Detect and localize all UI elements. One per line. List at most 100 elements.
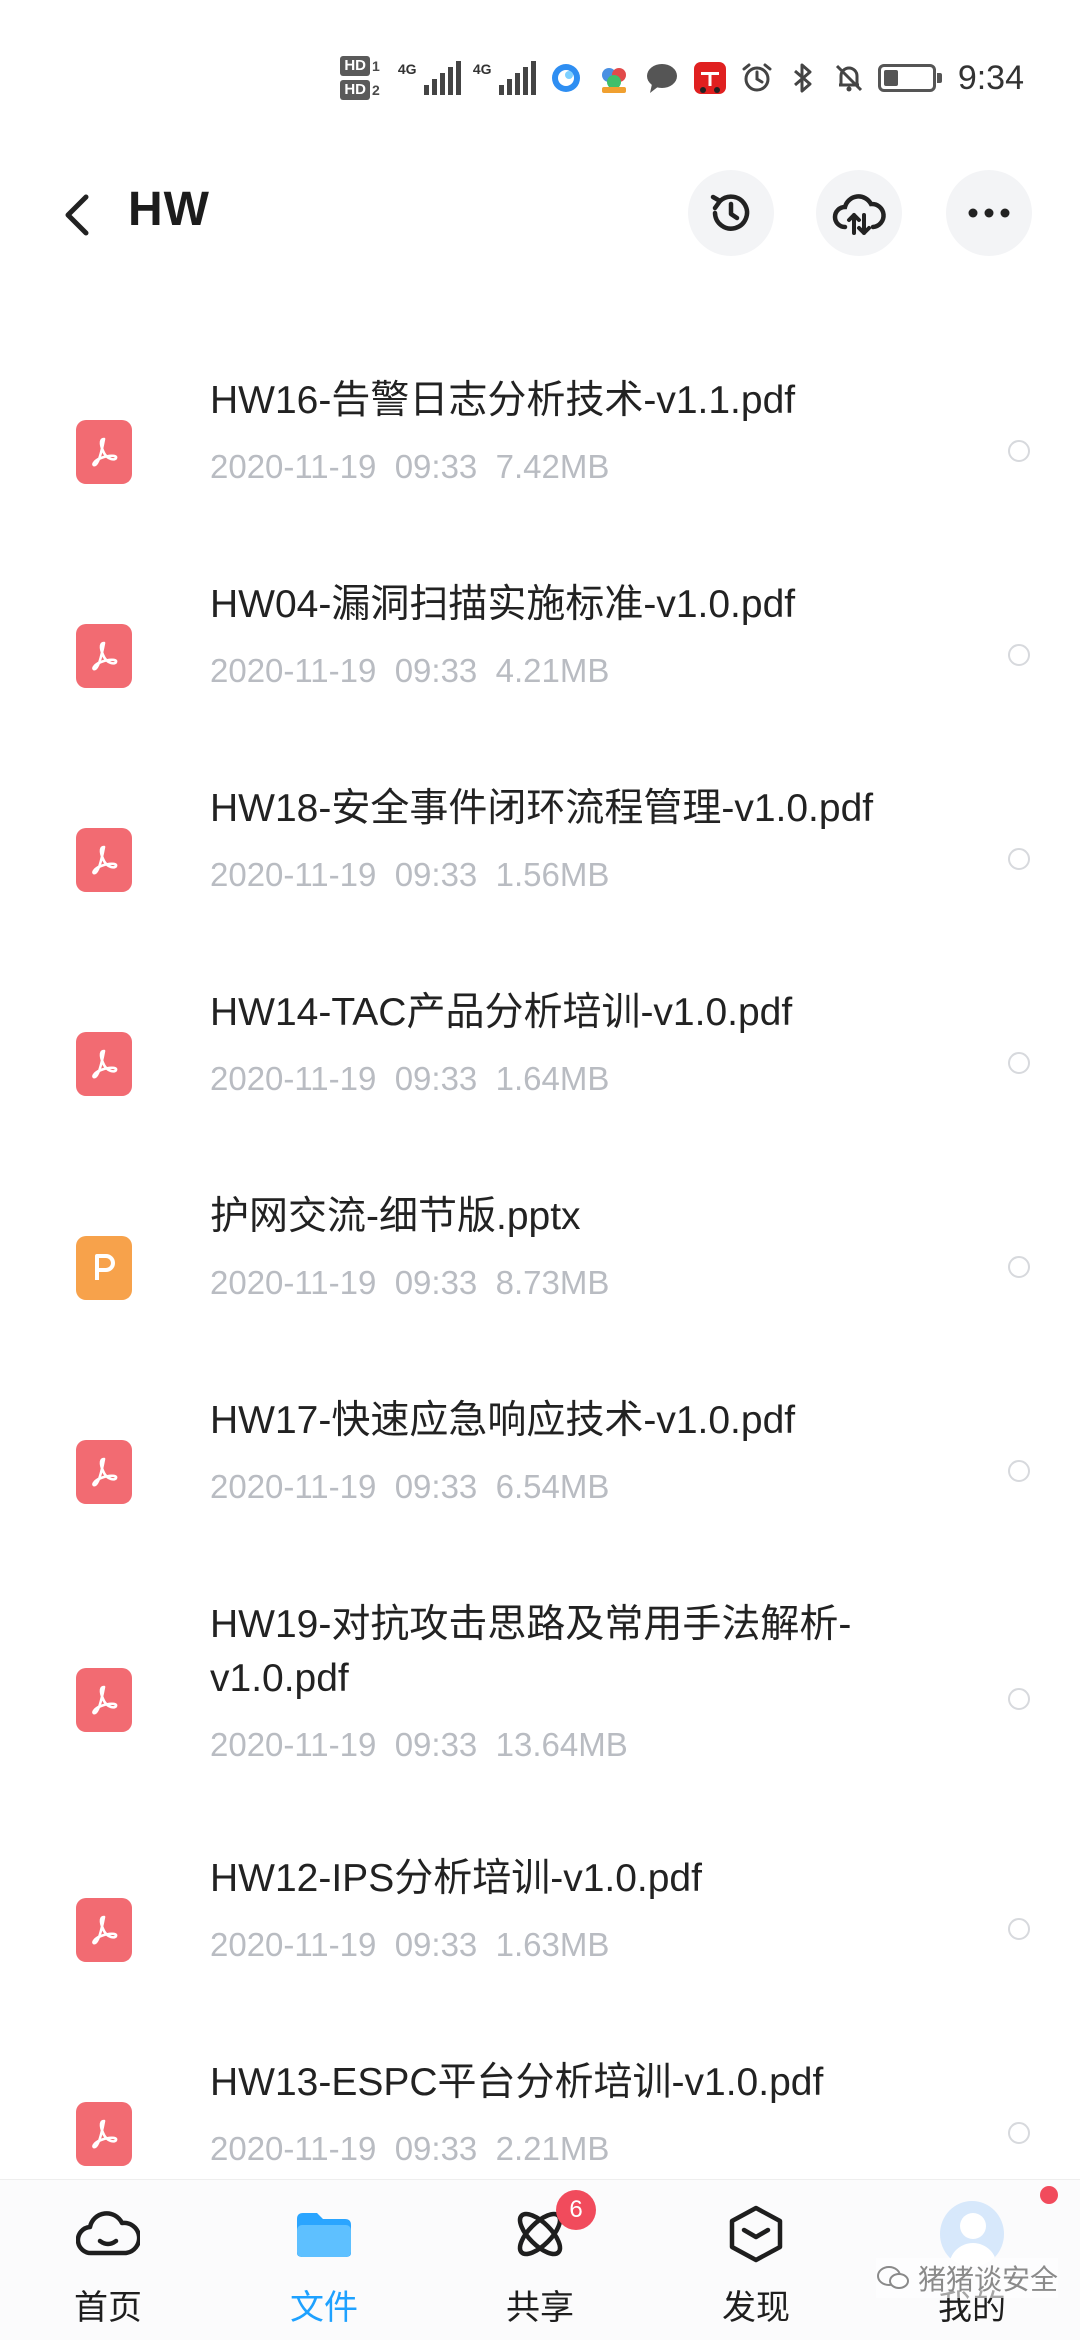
pptx-file-icon [76, 1236, 132, 1300]
alarm-icon [742, 63, 772, 92]
pdf-file-icon [76, 1440, 132, 1504]
browser-app-icon [551, 64, 580, 92]
pdf-file-icon [76, 624, 132, 688]
file-date: 2020-11-19 09:33 [210, 448, 478, 485]
sim-number: 1 [372, 58, 380, 74]
file-meta: 2020-11-19 09:33 4.21MB [210, 652, 609, 690]
cloud-transfer-button[interactable] [816, 170, 902, 256]
file-name: HW16-告警日志分析技术-v1.1.pdf [210, 379, 796, 422]
network-gen-label: 4G [472, 61, 492, 77]
select-radio[interactable] [1008, 1460, 1030, 1482]
battery-icon [877, 64, 942, 92]
file-size: 4.21MB [495, 652, 610, 689]
select-radio[interactable] [1008, 1688, 1030, 1710]
file-meta: 2020-11-19 09:33 1.64MB [210, 1060, 609, 1098]
file-date: 2020-11-19 09:33 [210, 652, 478, 689]
nav-label: 共享 [506, 2289, 574, 2327]
signal-sim2-icon: 4G [473, 61, 536, 95]
file-size: 6.54MB [495, 1468, 610, 1505]
cloud-transfer-icon [832, 194, 886, 235]
status-icons: HD 1 HD 2 4G 4G 9:34 [340, 48, 1024, 108]
nav-label: 文件 [290, 2289, 358, 2327]
header: HW [0, 160, 1080, 270]
file-name: HW13-ESPC平台分析培训-v1.0.pdf [210, 2061, 824, 2104]
more-button[interactable] [946, 170, 1032, 256]
select-radio[interactable] [1008, 1256, 1030, 1278]
file-date: 2020-11-19 09:33 [210, 1264, 478, 1301]
folder-icon [292, 2202, 356, 2266]
select-radio[interactable] [1008, 644, 1030, 666]
more-dots-icon [968, 208, 1010, 218]
hd-label: HD [340, 80, 371, 100]
hd-indicators: HD 1 HD 2 [340, 56, 380, 100]
nav-label: 发现 [722, 2289, 790, 2327]
sim-number: 2 [372, 82, 380, 98]
cloud-app-icon [601, 68, 626, 93]
file-name: HW12-IPS分析培训-v1.0.pdf [210, 1857, 702, 1900]
file-size: 7.42MB [495, 448, 610, 485]
notification-dot [1040, 2186, 1058, 2204]
file-date: 2020-11-19 09:33 [210, 2130, 478, 2167]
select-radio[interactable] [1008, 2122, 1030, 2144]
watermark: 猪猪谈安全 [875, 2258, 1058, 2298]
nav-item-files[interactable]: 文件 [216, 2180, 432, 2340]
mute-bell-icon [835, 64, 862, 92]
file-date: 2020-11-19 09:33 [210, 1726, 478, 1763]
file-name: HW04-漏洞扫描实施标准-v1.0.pdf [210, 583, 796, 626]
file-meta: 2020-11-19 09:33 1.56MB [210, 856, 609, 894]
wechat-icon [876, 2266, 909, 2289]
file-meta: 2020-11-19 09:33 13.64MB [210, 1726, 628, 1764]
file-name: HW18-安全事件闭环流程管理-v1.0.pdf [210, 787, 874, 830]
file-meta: 2020-11-19 09:33 1.63MB [210, 1926, 609, 1964]
back-button[interactable] [48, 185, 108, 245]
file-size: 2.21MB [495, 2130, 610, 2167]
file-name: HW14-TAC产品分析培训-v1.0.pdf [210, 991, 793, 1034]
status-time: 9:34 [957, 58, 1024, 97]
select-radio[interactable] [1008, 1918, 1030, 1940]
history-icon [710, 194, 750, 231]
file-date: 2020-11-19 09:33 [210, 1060, 478, 1097]
hd-label: HD [340, 56, 371, 76]
hd-sim2-badge: HD 2 [340, 80, 380, 100]
history-button[interactable] [688, 170, 774, 256]
file-date: 2020-11-19 09:33 [210, 856, 478, 893]
hd-sim1-badge: HD 1 [340, 56, 380, 76]
pdf-file-icon [76, 828, 132, 892]
file-size: 13.64MB [495, 1726, 628, 1763]
file-date: 2020-11-19 09:33 [210, 1926, 478, 1963]
file-name: HW17-快速应急响应技术-v1.0.pdf [210, 1399, 796, 1442]
tmall-app-icon [693, 62, 726, 94]
file-name: HW19-对抗攻击思路及常用手法解析-v1.0.pdf [210, 1603, 852, 1700]
file-date: 2020-11-19 09:33 [210, 1468, 478, 1505]
select-radio[interactable] [1008, 848, 1030, 870]
signal-sim1-icon: 4G [398, 61, 461, 95]
bluetooth-icon [793, 63, 812, 93]
pdf-file-icon [76, 1032, 132, 1096]
watermark-text: 猪猪谈安全 [917, 2264, 1058, 2295]
file-size: 1.64MB [495, 1060, 610, 1097]
file-size: 8.73MB [495, 1264, 610, 1301]
select-radio[interactable] [1008, 440, 1030, 462]
file-size: 1.56MB [495, 856, 610, 893]
bottom-nav: 首页 文件 6 共享 发现 我的 猪猪谈安全 [0, 2179, 1080, 2340]
nav-label: 首页 [74, 2289, 142, 2327]
page-title: HW [128, 183, 210, 236]
battery-fill [883, 70, 898, 86]
avatar-icon [940, 2201, 1004, 2267]
cloud-home-icon [76, 2202, 140, 2266]
network-gen-label: 4G [397, 61, 417, 77]
pdf-file-icon [76, 2102, 132, 2166]
nav-item-share[interactable]: 6 共享 [432, 2180, 648, 2340]
cube-discover-icon [724, 2202, 788, 2266]
pdf-file-icon [76, 420, 132, 484]
message-icon [646, 64, 677, 93]
file-meta: 2020-11-19 09:33 8.73MB [210, 1264, 609, 1302]
select-radio[interactable] [1008, 1052, 1030, 1074]
file-size: 1.63MB [495, 1926, 610, 1963]
file-meta: 2020-11-19 09:33 2.21MB [210, 2130, 609, 2168]
nav-item-home[interactable]: 首页 [0, 2180, 216, 2340]
nav-item-discover[interactable]: 发现 [648, 2180, 864, 2340]
chevron-left-icon [65, 194, 89, 236]
file-meta: 2020-11-19 09:33 6.54MB [210, 1468, 609, 1506]
pdf-file-icon [76, 1898, 132, 1962]
